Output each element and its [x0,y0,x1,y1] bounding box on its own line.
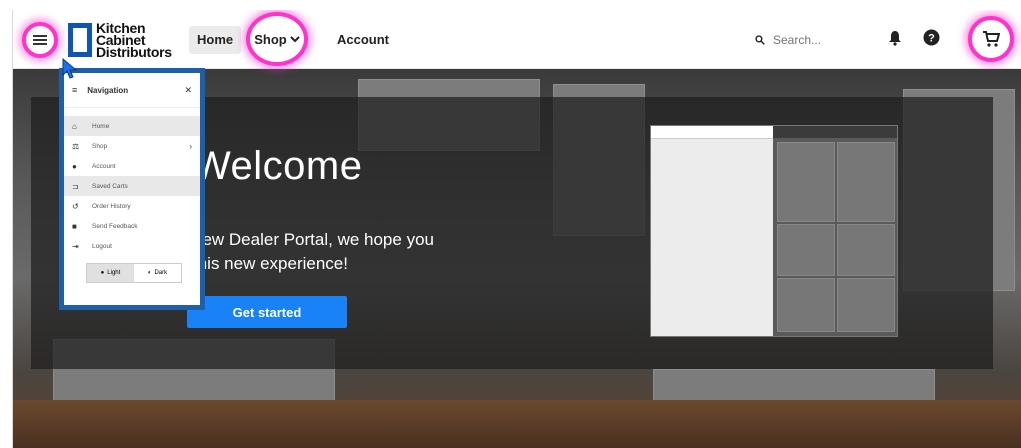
preview-left-header [651,126,773,139]
drawer-title: Navigation [87,85,129,95]
preview-tile [777,142,835,222]
logo-mark-icon [68,23,92,57]
preview-tile [837,278,895,332]
hero-subtitle: new Dealer Portal, we hope you this new … [193,228,493,276]
top-bar: Kitchen Cabinet Distributors Home Shop A… [13,10,1021,69]
hero-title: Welcome [193,144,363,188]
hero-subtitle-line-1: new Dealer Portal, we hope you [193,230,434,249]
preview-tile [777,278,835,332]
basket-icon: ⚖ [72,141,80,151]
brand-name: Kitchen Cabinet Distributors [96,21,172,60]
get-started-button[interactable]: Get started [187,296,347,328]
drawer-item-label: Order History [92,202,131,210]
preview-tile [837,224,895,276]
search-box[interactable] [755,29,845,51]
drawer-spacer [64,108,200,116]
theme-toggle: ● Light ◐ Dark [86,263,182,283]
sun-icon: ● [100,270,105,276]
hero-subtitle-line-2: this new experience! [193,254,348,273]
drawer-item-send-feedback[interactable]: ■ Send Feedback [64,216,200,236]
hamburger-menu-button[interactable] [22,22,58,58]
nav-shop-label: Shop [254,31,287,47]
drawer-item-saved-carts[interactable]: ⊐ Saved Carts [64,176,200,196]
theme-light-button[interactable]: ● Light [87,264,134,282]
chevron-right-icon: › [189,141,192,151]
cart-icon: ⊐ [72,181,79,191]
search-icon [755,35,765,45]
drawer-item-label: Logout [92,242,112,250]
hero-background-floor [13,400,1021,448]
drawer-item-order-history[interactable]: ↺ Order History [64,196,200,216]
drawer-item-label: Account [92,162,116,170]
brand-logo[interactable]: Kitchen Cabinet Distributors [68,19,172,61]
home-icon: ⌂ [72,121,77,131]
drawer-item-label: Saved Carts [92,182,128,190]
nav-account-link[interactable]: Account [337,26,389,54]
nav-shop-dropdown[interactable]: Shop [246,12,308,66]
portal-preview-image [650,125,898,337]
drawer-item-account[interactable]: ● Account [64,156,200,176]
cart-icon [983,31,1000,47]
notifications-button[interactable] [888,30,902,51]
theme-dark-label: Dark [154,270,168,276]
brand-line-3: Distributors [96,44,172,60]
chevron-down-icon [290,36,300,43]
theme-light-label: Light [107,270,121,276]
navigation-drawer-callout: ≡ Navigation ✕ ⌂ Home ⚖ Shop › ● Account… [59,68,205,310]
nav-home-link[interactable]: Home [189,26,242,54]
search-input[interactable] [771,32,845,48]
theme-dark-button[interactable]: ◐ Dark [134,264,181,282]
drawer-item-home[interactable]: ⌂ Home [64,116,200,136]
svg-text:?: ? [928,33,935,45]
drawer-item-label: Shop [92,142,108,150]
drawer-header: ≡ Navigation ✕ [64,73,200,108]
help-icon: ? [923,29,940,46]
navigation-drawer: ≡ Navigation ✕ ⌂ Home ⚖ Shop › ● Account… [64,73,200,305]
help-button[interactable]: ? [923,29,940,51]
preview-left-panel [651,126,773,336]
preview-tile [777,224,835,276]
drawer-item-label: Home [92,122,110,130]
account-circle-icon: ● [72,161,77,171]
cart-button[interactable] [968,16,1014,62]
history-icon: ↺ [72,201,79,211]
hamburger-icon [33,35,47,45]
drawer-item-label: Send Feedback [92,222,138,230]
bell-icon [889,31,901,46]
drawer-item-shop[interactable]: ⚖ Shop › [64,136,200,156]
close-icon[interactable]: ✕ [184,85,192,96]
mouse-pointer-icon [62,58,78,79]
drawer-item-logout[interactable]: ⇥ Logout [64,236,200,256]
half-moon-icon: ◐ [147,270,152,276]
logout-icon: ⇥ [72,241,79,251]
app-window: Kitchen Cabinet Distributors Home Shop A… [12,10,1021,448]
drawer-menu-icon: ≡ [72,85,78,95]
feedback-icon: ■ [72,221,77,231]
preview-tile [837,142,895,222]
